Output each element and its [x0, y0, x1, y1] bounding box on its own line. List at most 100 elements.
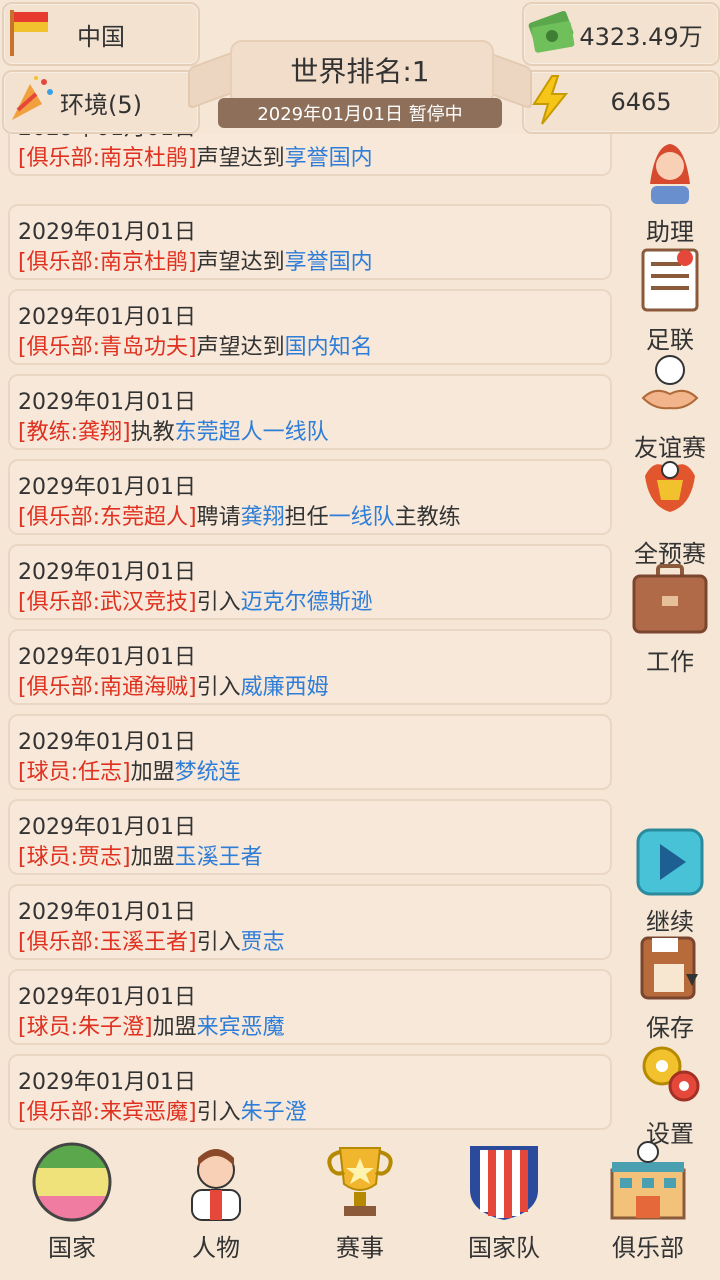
save-button[interactable]: 保存 [628, 934, 712, 1043]
news-item: 2029年01月01日 [球员:朱子澄]加盟来宾恶魔 [8, 969, 612, 1045]
news-line: [俱乐部:玉溪王者]引入贾志 [18, 924, 285, 956]
news-link[interactable]: 玉溪王者 [175, 845, 263, 870]
news-item: 2029年01月01日 [俱乐部:武汉竞技]引入迈克尔德斯逊 [8, 544, 612, 620]
country-flag-icon [32, 1142, 112, 1222]
news-text: 主教练 [394, 505, 461, 530]
news-feed[interactable]: 2029年01月01日 [俱乐部:南京杜鹃]声望达到享誉国内 2029年01月0… [8, 134, 612, 1134]
nav-club[interactable]: 俱乐部 [578, 1140, 718, 1280]
news-text: 加盟 [130, 845, 175, 870]
nav-events[interactable]: 赛事 [290, 1140, 430, 1280]
news-item: 2029年01月01日 [俱乐部:玉溪王者]引入贾志 [8, 884, 612, 960]
news-subject: [俱乐部:东莞超人] [18, 505, 197, 530]
news-date: 2029年01月01日 [18, 1070, 196, 1095]
federation-button[interactable]: 足联 [628, 242, 712, 355]
news-part: 声望达到 [196, 146, 285, 171]
bottom-navigation: 国家 人物 赛事 国家队 俱乐部 [0, 1140, 720, 1280]
save-icon [640, 936, 698, 1000]
news-subject: [俱乐部:玉溪王者] [18, 930, 197, 955]
news-date: 2029年01月01日 [18, 560, 196, 585]
news-text: 声望达到 [196, 335, 285, 360]
nav-people-label: 人物 [192, 1234, 240, 1262]
news-text: 聘请 [196, 505, 241, 530]
party-popper-icon [12, 76, 53, 120]
news-line: [俱乐部:青岛功夫]声望达到国内知名 [18, 329, 373, 361]
settings-button[interactable]: 设置 [628, 1040, 712, 1149]
news-item: 2029年01月01日 [俱乐部:南京杜鹃]声望达到享誉国内 [8, 204, 612, 280]
nav-country[interactable]: 国家 [2, 1140, 142, 1280]
news-date: 2029年01月01日 [18, 985, 196, 1010]
news-subject: [俱乐部:青岛功夫] [18, 335, 197, 360]
news-link[interactable]: 梦统连 [175, 760, 241, 785]
handshake-icon [641, 355, 699, 410]
news-item: 2029年01月01日 [俱乐部:来宾恶魔]引入朱子澄 [8, 1054, 612, 1130]
news-subject: [教练:龚翔] [18, 420, 131, 445]
qualifier-button[interactable]: 全预赛 [628, 456, 712, 569]
news-date: 2029年01月01日 [18, 645, 196, 670]
news-item: 2029年01月01日 [俱乐部:东莞超人]聘请龚翔担任一线队主教练 [8, 459, 612, 535]
friendly-match-button[interactable]: 友谊赛 [628, 350, 712, 463]
news-date: 2029年01月01日 [18, 900, 196, 925]
person-icon [191, 1149, 241, 1221]
news-subject: [俱乐部:南通海贼] [18, 675, 197, 700]
news-link[interactable]: 东莞超人一线队 [175, 420, 329, 445]
news-date: 2029年01月01日 [18, 730, 196, 755]
news-line: [球员:贾志]加盟玉溪王者 [18, 839, 263, 871]
news-link[interactable]: 迈克尔德斯逊 [241, 590, 373, 615]
news-text: 引入 [196, 1100, 241, 1125]
briefcase-icon [632, 564, 708, 634]
news-part: 享誉国内 [284, 146, 373, 171]
news-line: [球员:朱子澄]加盟来宾恶魔 [18, 1009, 285, 1041]
news-item: 2029年01月01日 [球员:贾志]加盟玉溪王者 [8, 799, 612, 875]
lightning-icon [532, 75, 569, 125]
news-line: [俱乐部:武汉竞技]引入迈克尔德斯逊 [18, 584, 373, 616]
trophy-icon [327, 1147, 393, 1216]
nav-people[interactable]: 人物 [146, 1140, 286, 1280]
news-link[interactable]: 威廉西姆 [241, 675, 329, 700]
work-label: 工作 [646, 648, 694, 676]
shield-icon [470, 1146, 538, 1220]
news-text: 引入 [196, 590, 241, 615]
news-link[interactable]: 龚翔 [241, 505, 285, 530]
news-link[interactable]: 贾志 [241, 930, 285, 955]
work-button[interactable]: 工作 [628, 562, 712, 677]
news-date: 2029年01月01日 [18, 305, 196, 330]
gear-icon [642, 1046, 700, 1102]
news-link[interactable]: 国内知名 [285, 335, 373, 360]
news-item: 2029年01月01日 [球员:任志]加盟梦统连 [8, 714, 612, 790]
news-item: 2029年01月01日 [俱乐部:南通海贼]引入威廉西姆 [8, 629, 612, 705]
news-subject: [球员:朱子澄] [18, 1015, 153, 1040]
news-link[interactable]: 一线队 [329, 505, 395, 530]
news-link[interactable]: 来宾恶魔 [197, 1015, 285, 1040]
news-link[interactable]: 朱子澄 [241, 1100, 307, 1125]
nav-country-label: 国家 [48, 1234, 96, 1262]
news-date: 2029年01月01日 [18, 390, 196, 415]
news-subject: [球员:贾志] [18, 845, 131, 870]
trophy-fire-icon [645, 461, 695, 512]
news-date: 2029年01月01日 [18, 815, 196, 840]
news-date: 2029年01月01日 [18, 475, 196, 500]
assistant-icon [650, 144, 690, 204]
news-part: [俱乐部:南京杜鹃] [18, 146, 197, 171]
news-text: 担任 [284, 505, 329, 530]
nav-national-team[interactable]: 国家队 [434, 1140, 574, 1280]
document-icon [641, 248, 699, 312]
news-subject: [球员:任志] [18, 760, 131, 785]
news-text: 引入 [196, 930, 241, 955]
play-icon [636, 828, 704, 896]
news-line: [俱乐部:南通海贼]引入威廉西姆 [18, 669, 329, 701]
cash-icon [528, 10, 575, 53]
news-text: 声望达到 [196, 250, 285, 275]
news-link[interactable]: 享誉国内 [285, 250, 373, 275]
news-text: 引入 [196, 675, 241, 700]
news-text: 加盟 [152, 1015, 197, 1040]
news-subject: [俱乐部:来宾恶魔] [18, 1100, 197, 1125]
assistant-button[interactable]: 助理 [628, 134, 712, 247]
news-line: [俱乐部:东莞超人]聘请龚翔担任一线队主教练 [18, 499, 461, 531]
world-rank-title: 世界排名:1 [290, 55, 430, 88]
news-subject: [俱乐部:南京杜鹃] [18, 250, 197, 275]
save-label: 保存 [646, 1014, 694, 1042]
news-text: 加盟 [130, 760, 175, 785]
flag-icon [10, 10, 48, 56]
news-item-partial: 2029年01月01日 [俱乐部:南京杜鹃]声望达到享誉国内 [8, 134, 612, 176]
continue-button[interactable]: 继续 [628, 828, 712, 937]
